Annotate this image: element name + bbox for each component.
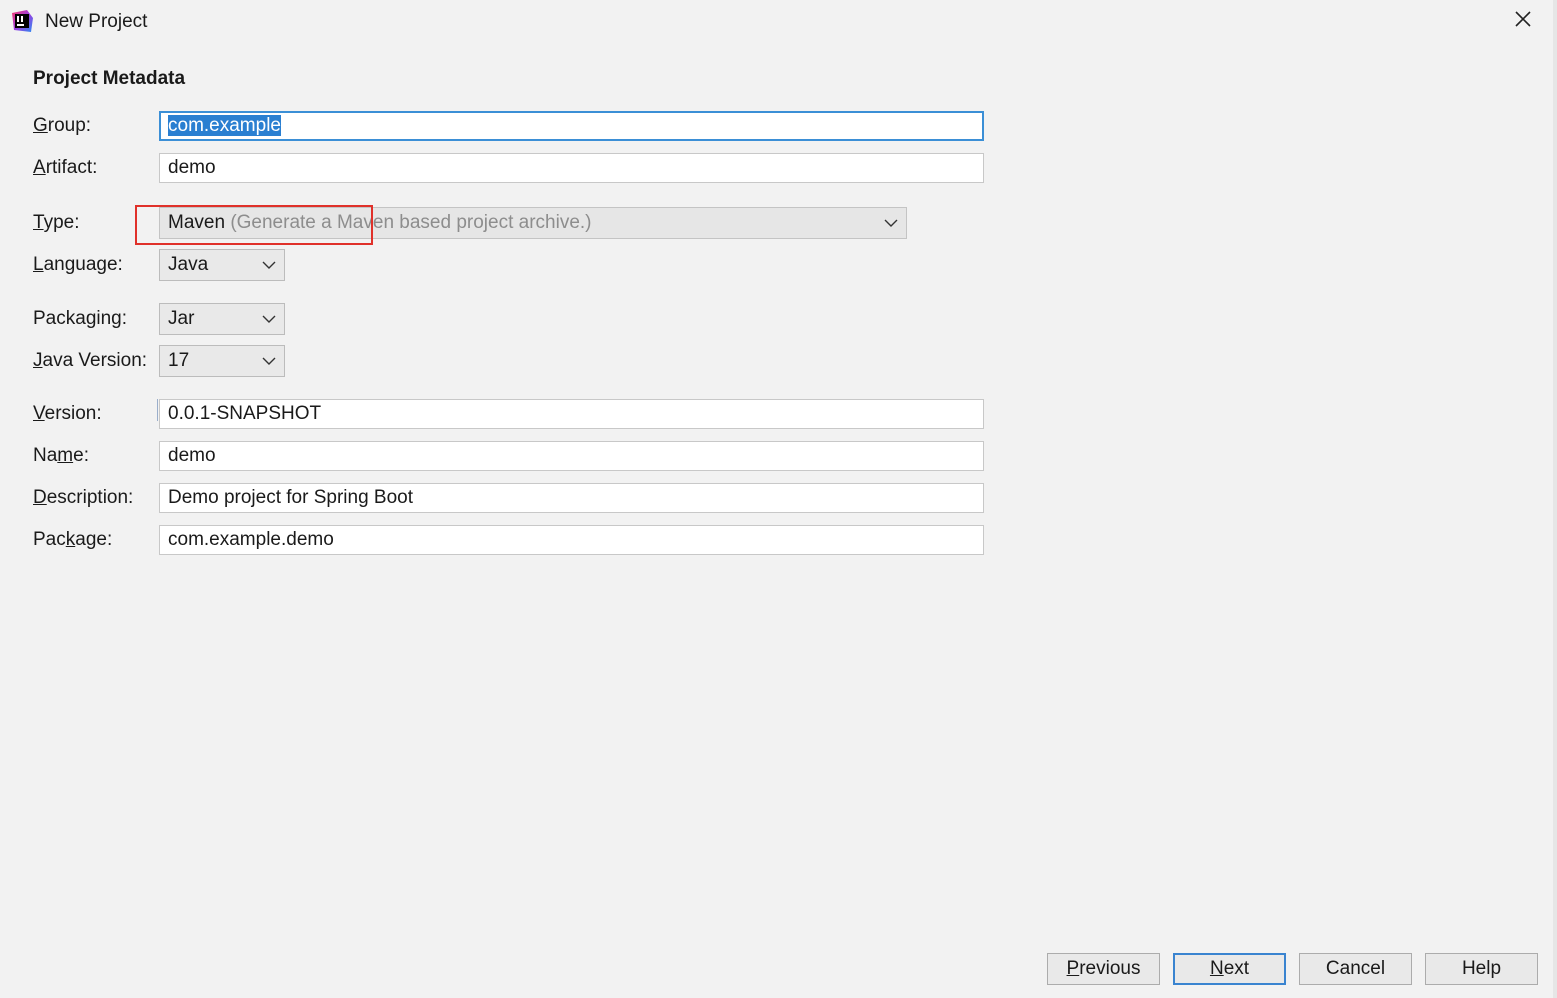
close-button[interactable]: [1506, 5, 1540, 37]
group-input-value: com.example: [168, 115, 281, 136]
package-label: Package:: [33, 529, 113, 550]
type-select-hint: (Generate a Maven based project archive.…: [230, 212, 592, 233]
package-input[interactable]: com.example.demo: [159, 525, 984, 555]
language-select[interactable]: Java: [159, 249, 285, 281]
type-label: Type:: [33, 212, 80, 233]
description-input[interactable]: Demo project for Spring Boot: [159, 483, 984, 513]
window-title: New Project: [45, 11, 148, 32]
next-button[interactable]: Next: [1173, 953, 1286, 985]
type-select-value: Maven: [168, 212, 226, 233]
chevron-down-icon: [262, 314, 276, 324]
packaging-select[interactable]: Jar: [159, 303, 285, 335]
type-select[interactable]: Maven (Generate a Maven based project ar…: [159, 207, 907, 239]
java-version-select[interactable]: 17: [159, 345, 285, 377]
title-bar: New Project: [0, 0, 1557, 44]
artifact-label: Artifact:: [33, 157, 98, 178]
artifact-input[interactable]: demo: [159, 153, 984, 183]
section-title: Project Metadata: [33, 68, 186, 89]
language-select-value: Java: [168, 254, 209, 275]
help-button[interactable]: Help: [1425, 953, 1538, 985]
java-version-label: Java Version:: [33, 350, 148, 371]
cancel-button[interactable]: Cancel: [1299, 953, 1412, 985]
close-icon: [1515, 10, 1531, 32]
window-edge: [1553, 0, 1557, 998]
name-input[interactable]: demo: [159, 441, 984, 471]
language-label: Language:: [33, 254, 123, 275]
text-caret: [157, 399, 158, 421]
intellij-idea-icon: [11, 10, 33, 32]
chevron-down-icon: [884, 218, 898, 228]
group-input[interactable]: com.example: [159, 111, 984, 141]
chevron-down-icon: [262, 356, 276, 366]
version-label: Version:: [33, 403, 102, 424]
java-version-select-value: 17: [168, 350, 190, 371]
description-label: Description:: [33, 487, 134, 508]
chevron-down-icon: [262, 260, 276, 270]
packaging-label: Packaging:: [33, 308, 128, 329]
packaging-select-value: Jar: [168, 308, 195, 329]
group-label: Group:: [33, 115, 92, 136]
version-input[interactable]: 0.0.1-SNAPSHOT: [159, 399, 984, 429]
name-label: Name:: [33, 445, 89, 466]
previous-button[interactable]: Previous: [1047, 953, 1160, 985]
